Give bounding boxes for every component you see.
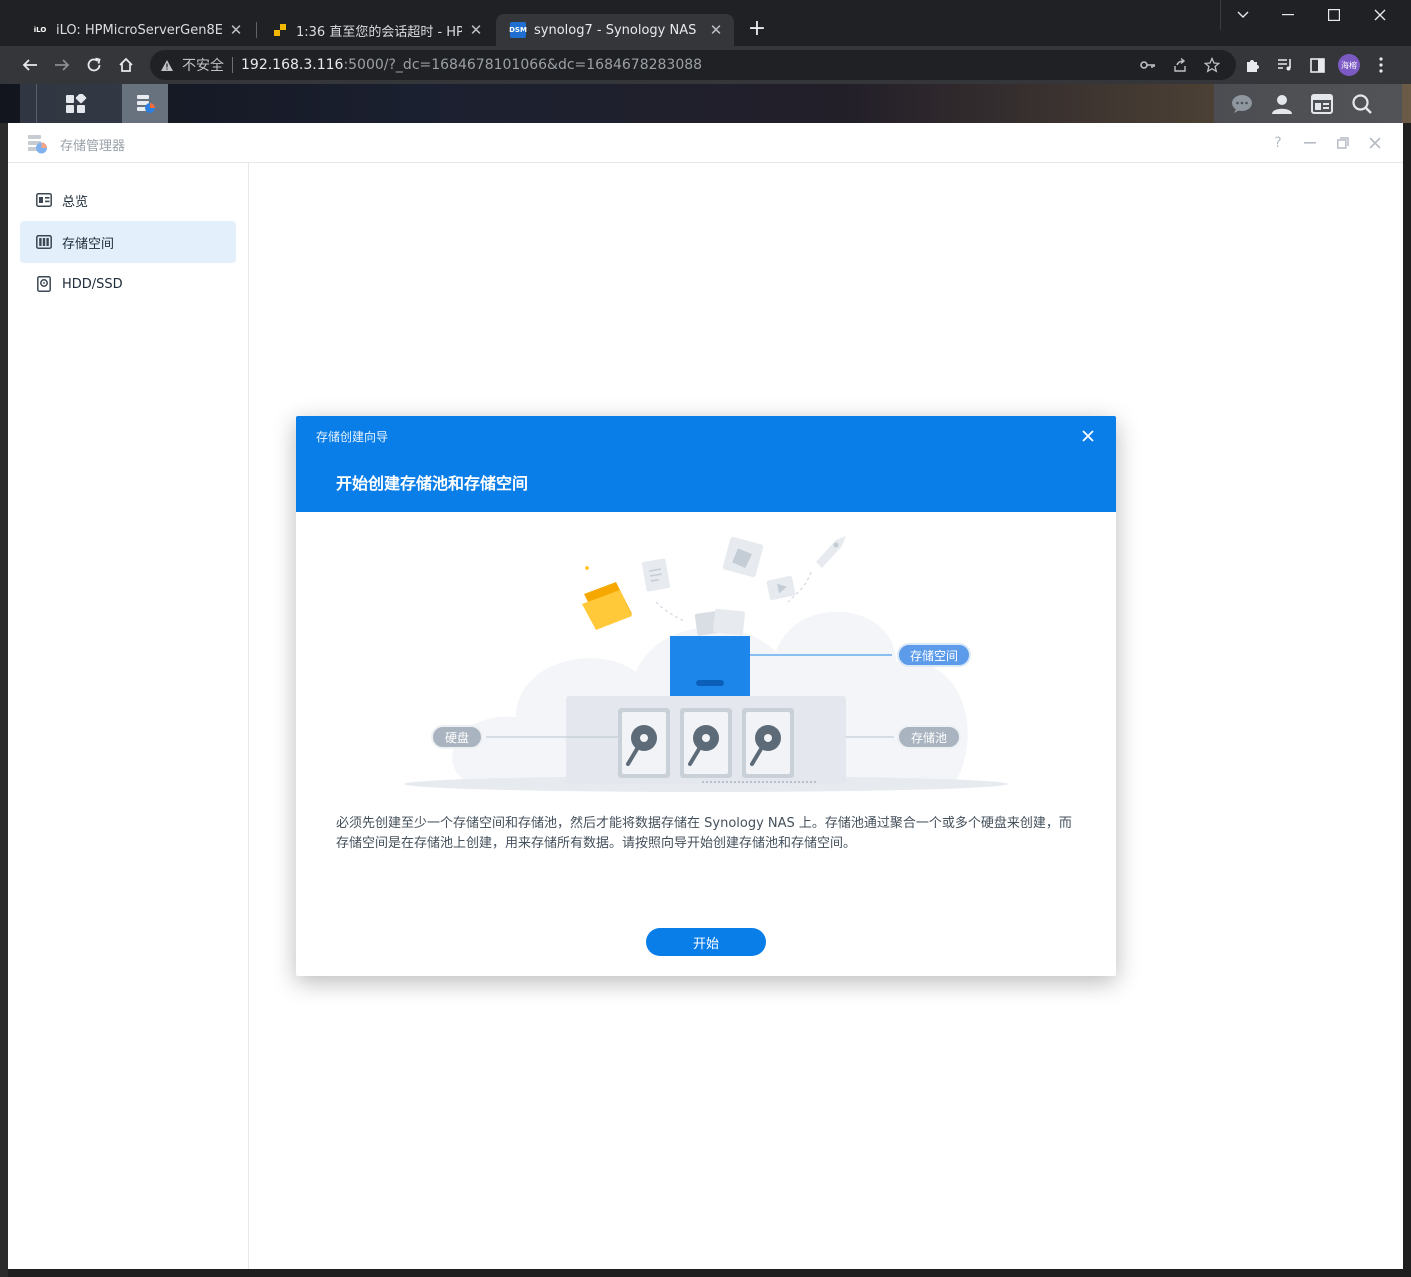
browser-toolbar: 不安全 192.168.3.116 :5000/?_dc=16846781010… bbox=[0, 46, 1411, 84]
window-title: 存储管理器 bbox=[60, 139, 126, 154]
tab-search-chevron-down-icon[interactable] bbox=[1220, 0, 1266, 30]
forward-arrow-icon[interactable] bbox=[49, 52, 75, 78]
browser-tab-ilo[interactable]: iLO iLO: HPMicroServerGen8ESXi - ✕ bbox=[18, 14, 254, 46]
search-icon[interactable] bbox=[1348, 84, 1376, 123]
reload-icon[interactable] bbox=[81, 52, 107, 78]
minimize-icon[interactable] bbox=[1300, 133, 1320, 153]
close-window-icon[interactable] bbox=[1357, 0, 1403, 30]
storage-illustration: 存储空间 存储池 硬盘 bbox=[396, 532, 1016, 802]
storage-space-icon bbox=[36, 234, 52, 250]
tab-title: synolog7 - Synology NAS bbox=[534, 22, 697, 38]
hpe-favicon-icon bbox=[272, 22, 288, 38]
dialog-header: 存储创建向导 开始创建存储池和存储空间 bbox=[296, 416, 1116, 512]
new-tab-button[interactable]: + bbox=[744, 16, 770, 42]
main-menu-grid-icon[interactable] bbox=[56, 84, 96, 123]
folder-icon bbox=[582, 566, 632, 630]
start-button[interactable]: 开始 bbox=[646, 928, 766, 956]
help-icon[interactable]: ? bbox=[1268, 133, 1288, 153]
bookmark-star-icon[interactable] bbox=[1202, 56, 1222, 74]
warning-triangle-icon[interactable] bbox=[160, 58, 174, 72]
browser-tab-synology[interactable]: DSM synolog7 - Synology NAS ✕ bbox=[496, 14, 734, 46]
key-icon[interactable] bbox=[1138, 56, 1158, 74]
back-arrow-icon[interactable] bbox=[17, 52, 43, 78]
close-icon[interactable] bbox=[1365, 133, 1385, 153]
tab-title: 1:36 直至您的会话超时 - HPMic bbox=[296, 24, 462, 40]
share-icon[interactable] bbox=[1170, 56, 1190, 74]
browser-menu-kebab-icon[interactable] bbox=[1368, 52, 1394, 78]
hard-disk-icon bbox=[680, 708, 732, 778]
restore-icon[interactable] bbox=[1333, 133, 1353, 153]
hard-disk-icon bbox=[742, 708, 794, 778]
notification-chat-icon[interactable] bbox=[1228, 84, 1256, 123]
storage-manager-app-icon bbox=[26, 133, 48, 155]
volume-box bbox=[670, 636, 750, 696]
ilo-favicon-icon: iLO bbox=[33, 26, 47, 34]
sidebar-item-label: HDD/SSD bbox=[62, 276, 123, 292]
tab-title: iLO: HPMicroServerGen8ESXi - bbox=[56, 22, 222, 38]
insecure-label[interactable]: 不安全 bbox=[182, 55, 224, 75]
minimize-window-icon[interactable] bbox=[1265, 0, 1311, 30]
disk-label: 硬盘 bbox=[445, 730, 469, 745]
rocket-icon bbox=[816, 536, 846, 568]
window-title-bar[interactable]: 存储管理器 ? bbox=[8, 123, 1403, 163]
side-panel-icon[interactable] bbox=[1304, 52, 1330, 78]
sidebar: 总览 存储空间 HDD/SSD bbox=[8, 163, 249, 1269]
sidebar-item-hdd-ssd[interactable]: HDD/SSD bbox=[20, 263, 236, 305]
storage-manager-taskbar-icon[interactable] bbox=[122, 84, 168, 123]
user-icon[interactable] bbox=[1268, 84, 1296, 123]
extensions-puzzle-icon[interactable] bbox=[1240, 52, 1266, 78]
sidebar-item-label: 存储空间 bbox=[62, 236, 115, 252]
browser-tab-strip: iLO iLO: HPMicroServerGen8ESXi - ✕ 1:36 … bbox=[0, 0, 1411, 46]
dialog-description: 必须先创建至少一个存储空间和存储池，然后才能将数据存储在 Synology NA… bbox=[336, 816, 1072, 851]
url-host: 192.168.3.116 bbox=[241, 57, 344, 73]
wizard-label: 存储创建向导 bbox=[316, 430, 389, 444]
profile-avatar[interactable]: 海榕 bbox=[1338, 54, 1360, 76]
widgets-icon[interactable] bbox=[1308, 84, 1336, 123]
dsm-favicon-icon: DSM bbox=[509, 22, 527, 38]
dsm-taskbar bbox=[0, 84, 1411, 123]
url-path: :5000/?_dc=1684678101066&dc=168467828308… bbox=[343, 57, 703, 73]
media-queue-icon[interactable] bbox=[1272, 52, 1298, 78]
close-tab-icon[interactable]: ✕ bbox=[228, 21, 244, 39]
dialog-close-icon[interactable] bbox=[1078, 426, 1098, 446]
volume-label: 存储空间 bbox=[910, 648, 958, 663]
storage-creation-wizard-dialog: 存储创建向导 开始创建存储池和存储空间 存储空间 存储池 硬盘 必须先创建至少一… bbox=[296, 416, 1116, 976]
close-tab-icon[interactable]: ✕ bbox=[708, 21, 724, 39]
maximize-window-icon[interactable] bbox=[1311, 0, 1357, 30]
dialog-title: 开始创建存储池和存储空间 bbox=[336, 474, 529, 493]
address-divider bbox=[232, 57, 233, 73]
sidebar-item-label: 总览 bbox=[62, 194, 89, 210]
hard-disk-icon bbox=[618, 708, 670, 778]
tab-separator bbox=[256, 22, 257, 38]
desktop-background-strip bbox=[0, 123, 8, 1277]
hdd-icon bbox=[36, 276, 52, 292]
overview-icon bbox=[36, 192, 52, 208]
sidebar-item-storage[interactable]: 存储空间 bbox=[20, 221, 236, 263]
address-bar[interactable]: 不安全 192.168.3.116 :5000/?_dc=16846781010… bbox=[150, 50, 1236, 80]
home-icon[interactable] bbox=[113, 52, 139, 78]
taskbar-divider bbox=[36, 84, 37, 123]
sidebar-item-overview[interactable]: 总览 bbox=[20, 179, 236, 221]
browser-tab-hpe[interactable]: 1:36 直至您的会话超时 - HPMic ✕ bbox=[258, 14, 494, 46]
close-tab-icon[interactable]: ✕ bbox=[468, 21, 484, 39]
pool-label: 存储池 bbox=[911, 730, 947, 745]
